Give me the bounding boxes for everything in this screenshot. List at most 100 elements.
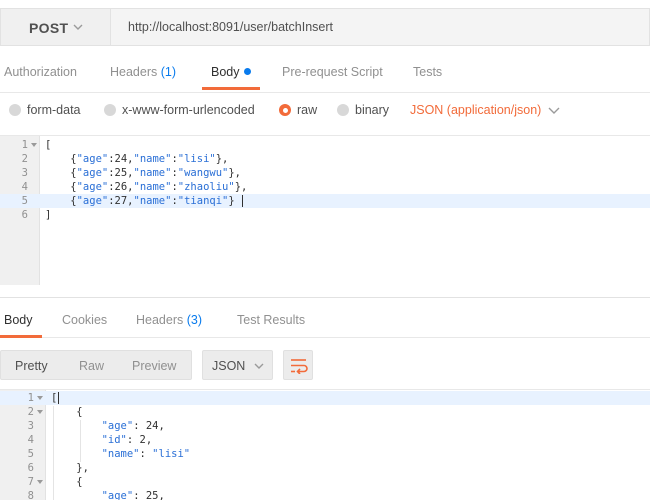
tab-body[interactable]: Body bbox=[211, 65, 251, 79]
radio-urlencoded[interactable] bbox=[104, 104, 116, 116]
fold-arrow-icon[interactable] bbox=[37, 410, 43, 414]
active-tab-indicator bbox=[0, 335, 42, 338]
code-text: [ bbox=[51, 392, 58, 404]
chevron-down-icon bbox=[254, 363, 264, 369]
view-mode-group: Pretty Raw Preview bbox=[0, 350, 192, 380]
tab-label: Authorization bbox=[4, 65, 77, 79]
tab-response-body[interactable]: Body bbox=[4, 313, 33, 327]
code-text: ] bbox=[45, 209, 52, 221]
line-number: 4 bbox=[21, 181, 28, 193]
code-text: { bbox=[51, 406, 83, 418]
modified-dot-icon bbox=[243, 68, 251, 75]
view-raw-button[interactable]: Raw bbox=[79, 359, 104, 373]
code-line: 6 ] bbox=[0, 208, 650, 222]
code-line: 2 {"age":24,"name":"lisi"}, bbox=[0, 152, 650, 166]
code-line: 5 "name": "lisi" bbox=[0, 447, 650, 461]
radio-raw[interactable] bbox=[279, 104, 291, 116]
text-cursor bbox=[242, 195, 243, 207]
pane-divider[interactable] bbox=[0, 297, 650, 298]
tab-label: Headers bbox=[110, 65, 158, 79]
line-number: 3 bbox=[21, 167, 28, 179]
response-headers-count: (3) bbox=[186, 313, 203, 327]
fold-arrow-icon[interactable] bbox=[37, 396, 43, 400]
tab-pre-request-script[interactable]: Pre-request Script bbox=[282, 65, 383, 79]
code-line: 4 {"age":26,"name":"zhaoliu"}, bbox=[0, 180, 650, 194]
chevron-down-icon bbox=[73, 24, 83, 30]
code-line: 1 [ bbox=[0, 138, 650, 152]
tab-tests[interactable]: Tests bbox=[413, 65, 442, 79]
tab-label: Test Results bbox=[237, 313, 306, 327]
url-input[interactable]: http://localhost:8091/user/batchInsert bbox=[110, 8, 650, 46]
headers-count: (1) bbox=[160, 65, 177, 79]
code-text: "age": 25, bbox=[101, 490, 165, 500]
code-text: [ bbox=[45, 139, 52, 151]
tab-headers[interactable]: Headers (1) bbox=[110, 65, 176, 79]
wrap-lines-icon bbox=[291, 359, 308, 374]
code-line: 4 "id": 2, bbox=[0, 433, 650, 447]
response-body-viewer[interactable]: 1 [ 2 { 3 "age": 24, 4 "id": 2, 5 "name"… bbox=[0, 389, 650, 500]
url-text: http://localhost:8091/user/batchInsert bbox=[128, 20, 333, 34]
tab-response-headers[interactable]: Headers (3) bbox=[136, 313, 202, 327]
code-line: 6 }, bbox=[0, 461, 650, 475]
code-text: }, bbox=[51, 462, 89, 474]
fold-arrow-icon[interactable] bbox=[37, 480, 43, 484]
content-type-dropdown[interactable]: JSON (application/json) bbox=[410, 103, 541, 117]
request-url-bar: POST http://localhost:8091/user/batchIns… bbox=[0, 0, 650, 50]
line-number: 4 bbox=[27, 434, 34, 446]
fold-arrow-icon[interactable] bbox=[31, 143, 37, 147]
tab-label: Pre-request Script bbox=[282, 65, 383, 79]
response-tabs: Body Cookies Headers (3) Test Results bbox=[0, 300, 650, 338]
response-toolbar: Pretty Raw Preview JSON bbox=[0, 345, 650, 385]
code-line: 3 {"age":25,"name":"wangwu"}, bbox=[0, 166, 650, 180]
line-number: 7 bbox=[27, 476, 34, 488]
code-text: {"age":25,"name":"wangwu"}, bbox=[45, 167, 242, 179]
chevron-down-icon[interactable] bbox=[548, 107, 560, 115]
view-pretty-button[interactable]: Pretty bbox=[15, 359, 48, 373]
code-text: "age": 24, bbox=[101, 420, 165, 432]
tab-authorization[interactable]: Authorization bbox=[4, 65, 77, 79]
tab-cookies[interactable]: Cookies bbox=[62, 313, 107, 327]
code-text: "id": 2, bbox=[101, 434, 153, 446]
radio-label-urlencoded: x-www-form-urlencoded bbox=[122, 103, 255, 117]
radio-binary[interactable] bbox=[337, 104, 349, 116]
line-number: 6 bbox=[27, 462, 34, 474]
tab-label: Body bbox=[211, 65, 240, 79]
line-number: 3 bbox=[27, 420, 34, 432]
code-line: 8 "age": 25, bbox=[0, 489, 650, 500]
radio-form-data[interactable] bbox=[9, 104, 21, 116]
text-cursor bbox=[58, 392, 59, 404]
tab-label: Headers bbox=[136, 313, 184, 327]
request-tabs: Authorization Headers (1) Body Pre-reque… bbox=[0, 52, 650, 90]
code-text: { bbox=[51, 476, 83, 488]
method-label: POST bbox=[29, 20, 69, 36]
wrap-lines-button[interactable] bbox=[283, 350, 313, 380]
tab-test-results[interactable]: Test Results bbox=[237, 313, 305, 327]
code-text: {"age":26,"name":"zhaoliu"}, bbox=[45, 181, 248, 193]
tab-label: Body bbox=[4, 313, 33, 327]
code-line-active: 5 {"age":27,"name":"tianqi"} bbox=[0, 194, 650, 208]
tab-label: Cookies bbox=[62, 313, 108, 327]
line-number: 5 bbox=[21, 195, 28, 207]
method-select[interactable]: POST bbox=[0, 8, 110, 46]
line-number: 2 bbox=[21, 153, 28, 165]
line-number: 5 bbox=[27, 448, 34, 460]
line-number: 1 bbox=[21, 139, 28, 151]
line-number: 8 bbox=[27, 490, 34, 500]
request-body-editor[interactable]: 1 [ 2 {"age":24,"name":"lisi"}, 3 {"age"… bbox=[0, 135, 650, 285]
code-text: "name": "lisi" bbox=[101, 448, 191, 460]
code-line-active: 1 [ bbox=[0, 391, 650, 405]
radio-label-form-data: form-data bbox=[27, 103, 81, 117]
active-tab-indicator bbox=[202, 87, 260, 90]
code-line: 2 { bbox=[0, 405, 650, 419]
code-text: {"age":24,"name":"lisi"}, bbox=[45, 153, 229, 165]
tab-label: Tests bbox=[413, 65, 443, 79]
view-preview-button[interactable]: Preview bbox=[132, 359, 176, 373]
code-text: {"age":27,"name":"tianqi"} bbox=[45, 195, 235, 207]
radio-label-binary: binary bbox=[355, 103, 390, 117]
code-line: 3 "age": 24, bbox=[0, 419, 650, 433]
line-number: 1 bbox=[27, 392, 34, 404]
format-select[interactable]: JSON bbox=[202, 350, 273, 380]
format-label: JSON bbox=[212, 359, 246, 373]
line-number: 2 bbox=[27, 406, 34, 418]
radio-label-raw: raw bbox=[297, 103, 318, 117]
